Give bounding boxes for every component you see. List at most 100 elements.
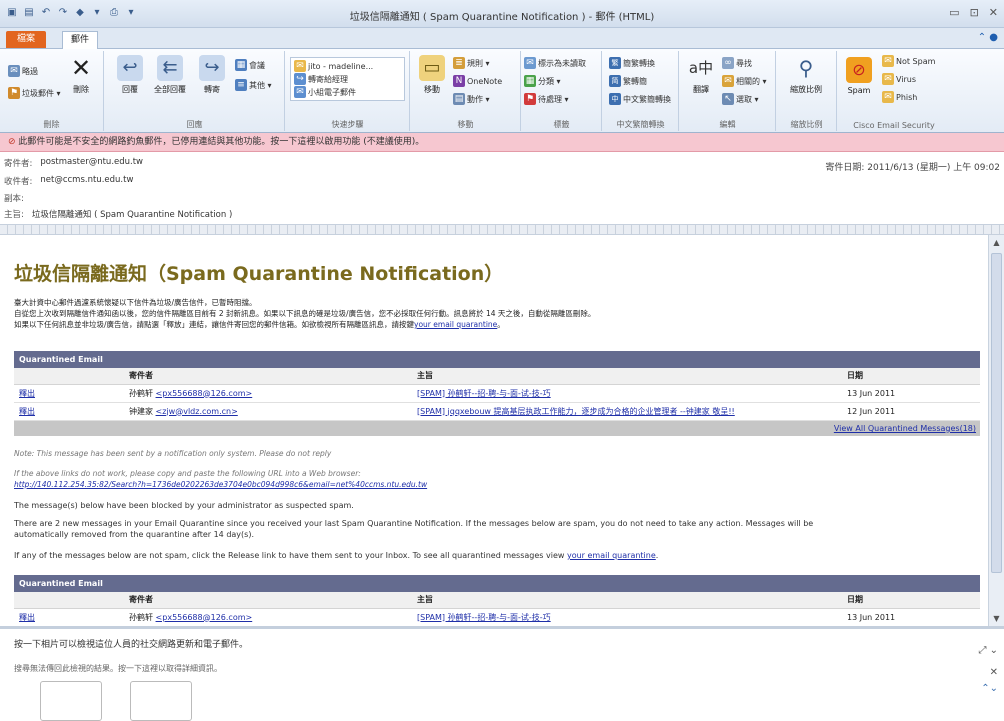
person-photo[interactable] (130, 681, 192, 721)
actions-button[interactable]: ▤ 動作 ▾ (453, 93, 490, 105)
view-all-link[interactable]: View All Quarantined Messages(18) (834, 424, 976, 433)
release-link[interactable]: 釋出 (19, 389, 35, 398)
more-icon: ≡ (235, 79, 247, 91)
zoom-button[interactable]: ⚲ 縮放比例 (789, 55, 823, 95)
rules-button[interactable]: ≣ 規則 ▾ (453, 57, 490, 69)
mark-unread-button[interactable]: ✉ 標示為未讀取 (524, 57, 586, 69)
to-row: 收件者: net@ccms.ntu.edu.tw (4, 175, 134, 187)
cisco-group-label: Cisco Email Security (853, 121, 935, 130)
virus-button[interactable]: ✉ Virus (882, 73, 916, 85)
scroll-down-arrow[interactable]: ▼ (989, 611, 1004, 626)
from-address[interactable]: postmaster@ntu.edu.tw (40, 157, 143, 169)
col-subject: 主旨 (412, 592, 842, 609)
rules-icon: ≣ (453, 57, 465, 69)
editing-group-label: 編輯 (719, 120, 736, 129)
minimize-button[interactable]: ▭ (949, 6, 959, 19)
spam-button[interactable]: ⊘ Spam (842, 57, 876, 95)
sender-link[interactable]: <px556688@126.com> (156, 389, 253, 398)
ruler (0, 224, 1004, 235)
quarantine-link-en[interactable]: your email quarantine (567, 551, 656, 560)
people-pane-title: 按一下相片可以檢視這位人員的社交網路更新和電子郵件。 (14, 640, 249, 650)
not-spam-icon: ✉ (882, 55, 894, 67)
onenote-button[interactable]: N OneNote (453, 75, 502, 87)
scroll-up-arrow[interactable]: ▲ (989, 235, 1004, 250)
note-links: If the above links do not work, please c… (14, 469, 361, 478)
subject-text: 垃圾信隔離通知 ( Spam Quarantine Notification ) (31, 210, 233, 220)
quarantine-link-zh[interactable]: your email quarantine (414, 320, 497, 329)
release-link[interactable]: 釋出 (19, 407, 35, 416)
expand-icon[interactable]: ⤢ ⌄ (978, 645, 998, 656)
close-button[interactable]: ✕ (989, 6, 998, 19)
not-spam-button[interactable]: ✉ Not Spam (882, 55, 935, 67)
meeting-button[interactable]: ▦ 會議 (235, 59, 265, 71)
more-respond-button[interactable]: ≡ 其他 ▾ (235, 79, 272, 91)
subject-link[interactable]: [SPAM] jqqxebouw 提高基层执政工作能力，逐步成为合格的企业管理者… (417, 407, 735, 416)
sender-link[interactable]: <zjw@vldz.com.cn> (156, 407, 238, 416)
subject-link[interactable]: [SPAM] 孙鹤轩--招-聘-与-面-试-技-巧 (417, 389, 551, 398)
maximize-button[interactable]: ⊡ (970, 6, 979, 19)
tab-file[interactable]: 檔案 (6, 31, 46, 48)
select-icon: ↖ (722, 93, 734, 105)
intro-line-1: 臺大計資中心郵件過濾系統懷疑以下信件為垃圾/廣告信件，已暫時阻擋。 (14, 298, 257, 307)
subject-link[interactable]: [SPAM] 孙鹤轩--招-聘-与-面-试-技-巧 (417, 613, 551, 622)
phish-button[interactable]: ✉ Phish (882, 91, 917, 103)
ignore-button[interactable]: ✉ 略過 (8, 65, 38, 77)
release-link[interactable]: 釋出 (19, 613, 35, 622)
convert-icon: 中 (609, 93, 621, 105)
find-button[interactable]: ∞ 尋找 (722, 57, 752, 69)
delete-button[interactable]: ✕ 刪除 (64, 55, 98, 95)
message-body: 垃圾信隔離通知（Spam Quarantine Notification） 臺大… (0, 235, 988, 626)
col-from: 寄件者 (124, 592, 412, 609)
editing-group: a中 翻譯 ∞ 尋找 ✉ 相關的 ▾ ↖ 選取 ▾ 編輯 (680, 51, 776, 131)
junk-button[interactable]: ⚑ 垃圾郵件 ▾ (8, 87, 61, 99)
reply-all-button[interactable]: ⇇ 全部回覆 (153, 55, 187, 95)
reply-button[interactable]: ↩ 回覆 (113, 55, 147, 95)
meeting-icon: ▦ (235, 59, 247, 71)
quick-step-1[interactable]: ✉ jito - madeline... (294, 60, 373, 72)
phishing-warning-bar[interactable]: ⊘ 此郵件可能是不安全的網路釣魚郵件，已停用連結與其他功能。按一下這裡以啟用功能… (0, 133, 1004, 152)
related-button[interactable]: ✉ 相關的 ▾ (722, 75, 767, 87)
person-photo[interactable] (40, 681, 102, 721)
quick-steps-label: 快速步驟 (331, 120, 364, 129)
quarantine-table-2: Quarantined Email 寄件者 主旨 日期 釋出 孙鹤轩 <px55… (14, 575, 980, 626)
traditional-icon: 繁 (609, 57, 621, 69)
subject-row: 主旨: 垃圾信隔離通知 ( Spam Quarantine Notificatio… (4, 210, 233, 220)
to-traditional-button[interactable]: 繁簡繁轉換 (609, 57, 655, 69)
scroll-thumb[interactable] (991, 253, 1002, 573)
zoom-group-label: 縮放比例 (790, 120, 823, 129)
quick-step-2[interactable]: ↪ 轉寄給經理 (294, 73, 348, 85)
to-simplified-button[interactable]: 简繁轉簡 (609, 75, 647, 87)
pane-scroll-icon[interactable]: ⌃⌄ (981, 683, 998, 694)
vertical-scrollbar[interactable]: ▲ ▼ (988, 235, 1004, 626)
binoculars-icon: ∞ (722, 57, 734, 69)
pane-close-icon[interactable]: ✕ (990, 667, 998, 678)
forward-manager-icon: ↪ (294, 73, 306, 85)
quick-step-icon: ✉ (294, 60, 306, 72)
forward-button[interactable]: ↪ 轉寄 (195, 55, 229, 95)
help-icon[interactable]: ⌃ ● (978, 32, 998, 43)
new-messages-text-2: automatically removed from the quarantin… (14, 530, 254, 539)
categorize-icon: ▦ (524, 75, 536, 87)
virus-icon: ✉ (882, 73, 894, 85)
message-headers: 寄件者: postmaster@ntu.edu.tw 收件者: net@ccms.n… (0, 152, 1004, 224)
cisco-group: ⊘ Spam ✉ Not Spam ✉ Virus ✉ Phish Cisco Emai… (838, 51, 950, 131)
move-button[interactable]: ▭ 移動 (415, 55, 449, 95)
respond-group: ↩ 回覆 ⇇ 全部回覆 ↪ 轉寄 ▦ 會議 ≡ 其他 ▾ 回應 (105, 51, 285, 131)
follow-up-button[interactable]: ⚑ 待處理 ▾ (524, 93, 569, 105)
quick-step-3[interactable]: ✉ 小組電子郵件 (294, 86, 356, 98)
translate-button[interactable]: a中 翻譯 (684, 55, 718, 95)
quarantine-url[interactable]: http://140.112.254.35:82/Search?h=1736de… (14, 480, 427, 489)
move-group-label: 移動 (457, 120, 474, 129)
categorize-button[interactable]: ▦ 分類 ▾ (524, 75, 561, 87)
team-email-icon: ✉ (294, 86, 306, 98)
blocked-message: The message(s) below have been blocked b… (14, 501, 354, 510)
sender-link[interactable]: <px556688@126.com> (156, 613, 253, 622)
tab-message[interactable]: 郵件 (62, 31, 98, 49)
to-address[interactable]: net@ccms.ntu.edu.tw (40, 175, 133, 187)
select-button[interactable]: ↖ 選取 ▾ (722, 93, 759, 105)
chinese-convert-button[interactable]: 中中文繁簡轉換 (609, 93, 671, 105)
table-row: 釋出 孙鹤轩 <px556688@126.com> [SPAM] 孙鹤轩--招-… (14, 608, 980, 626)
people-pane-subtitle[interactable]: 搜尋無法傳回此檢視的結果。按一下這裡以取得詳細資訊。 (14, 663, 222, 674)
sent-date: 寄件日期: 2011/6/13 (星期一) 上午 09:02 (825, 163, 1000, 173)
respond-group-label: 回應 (186, 120, 203, 129)
